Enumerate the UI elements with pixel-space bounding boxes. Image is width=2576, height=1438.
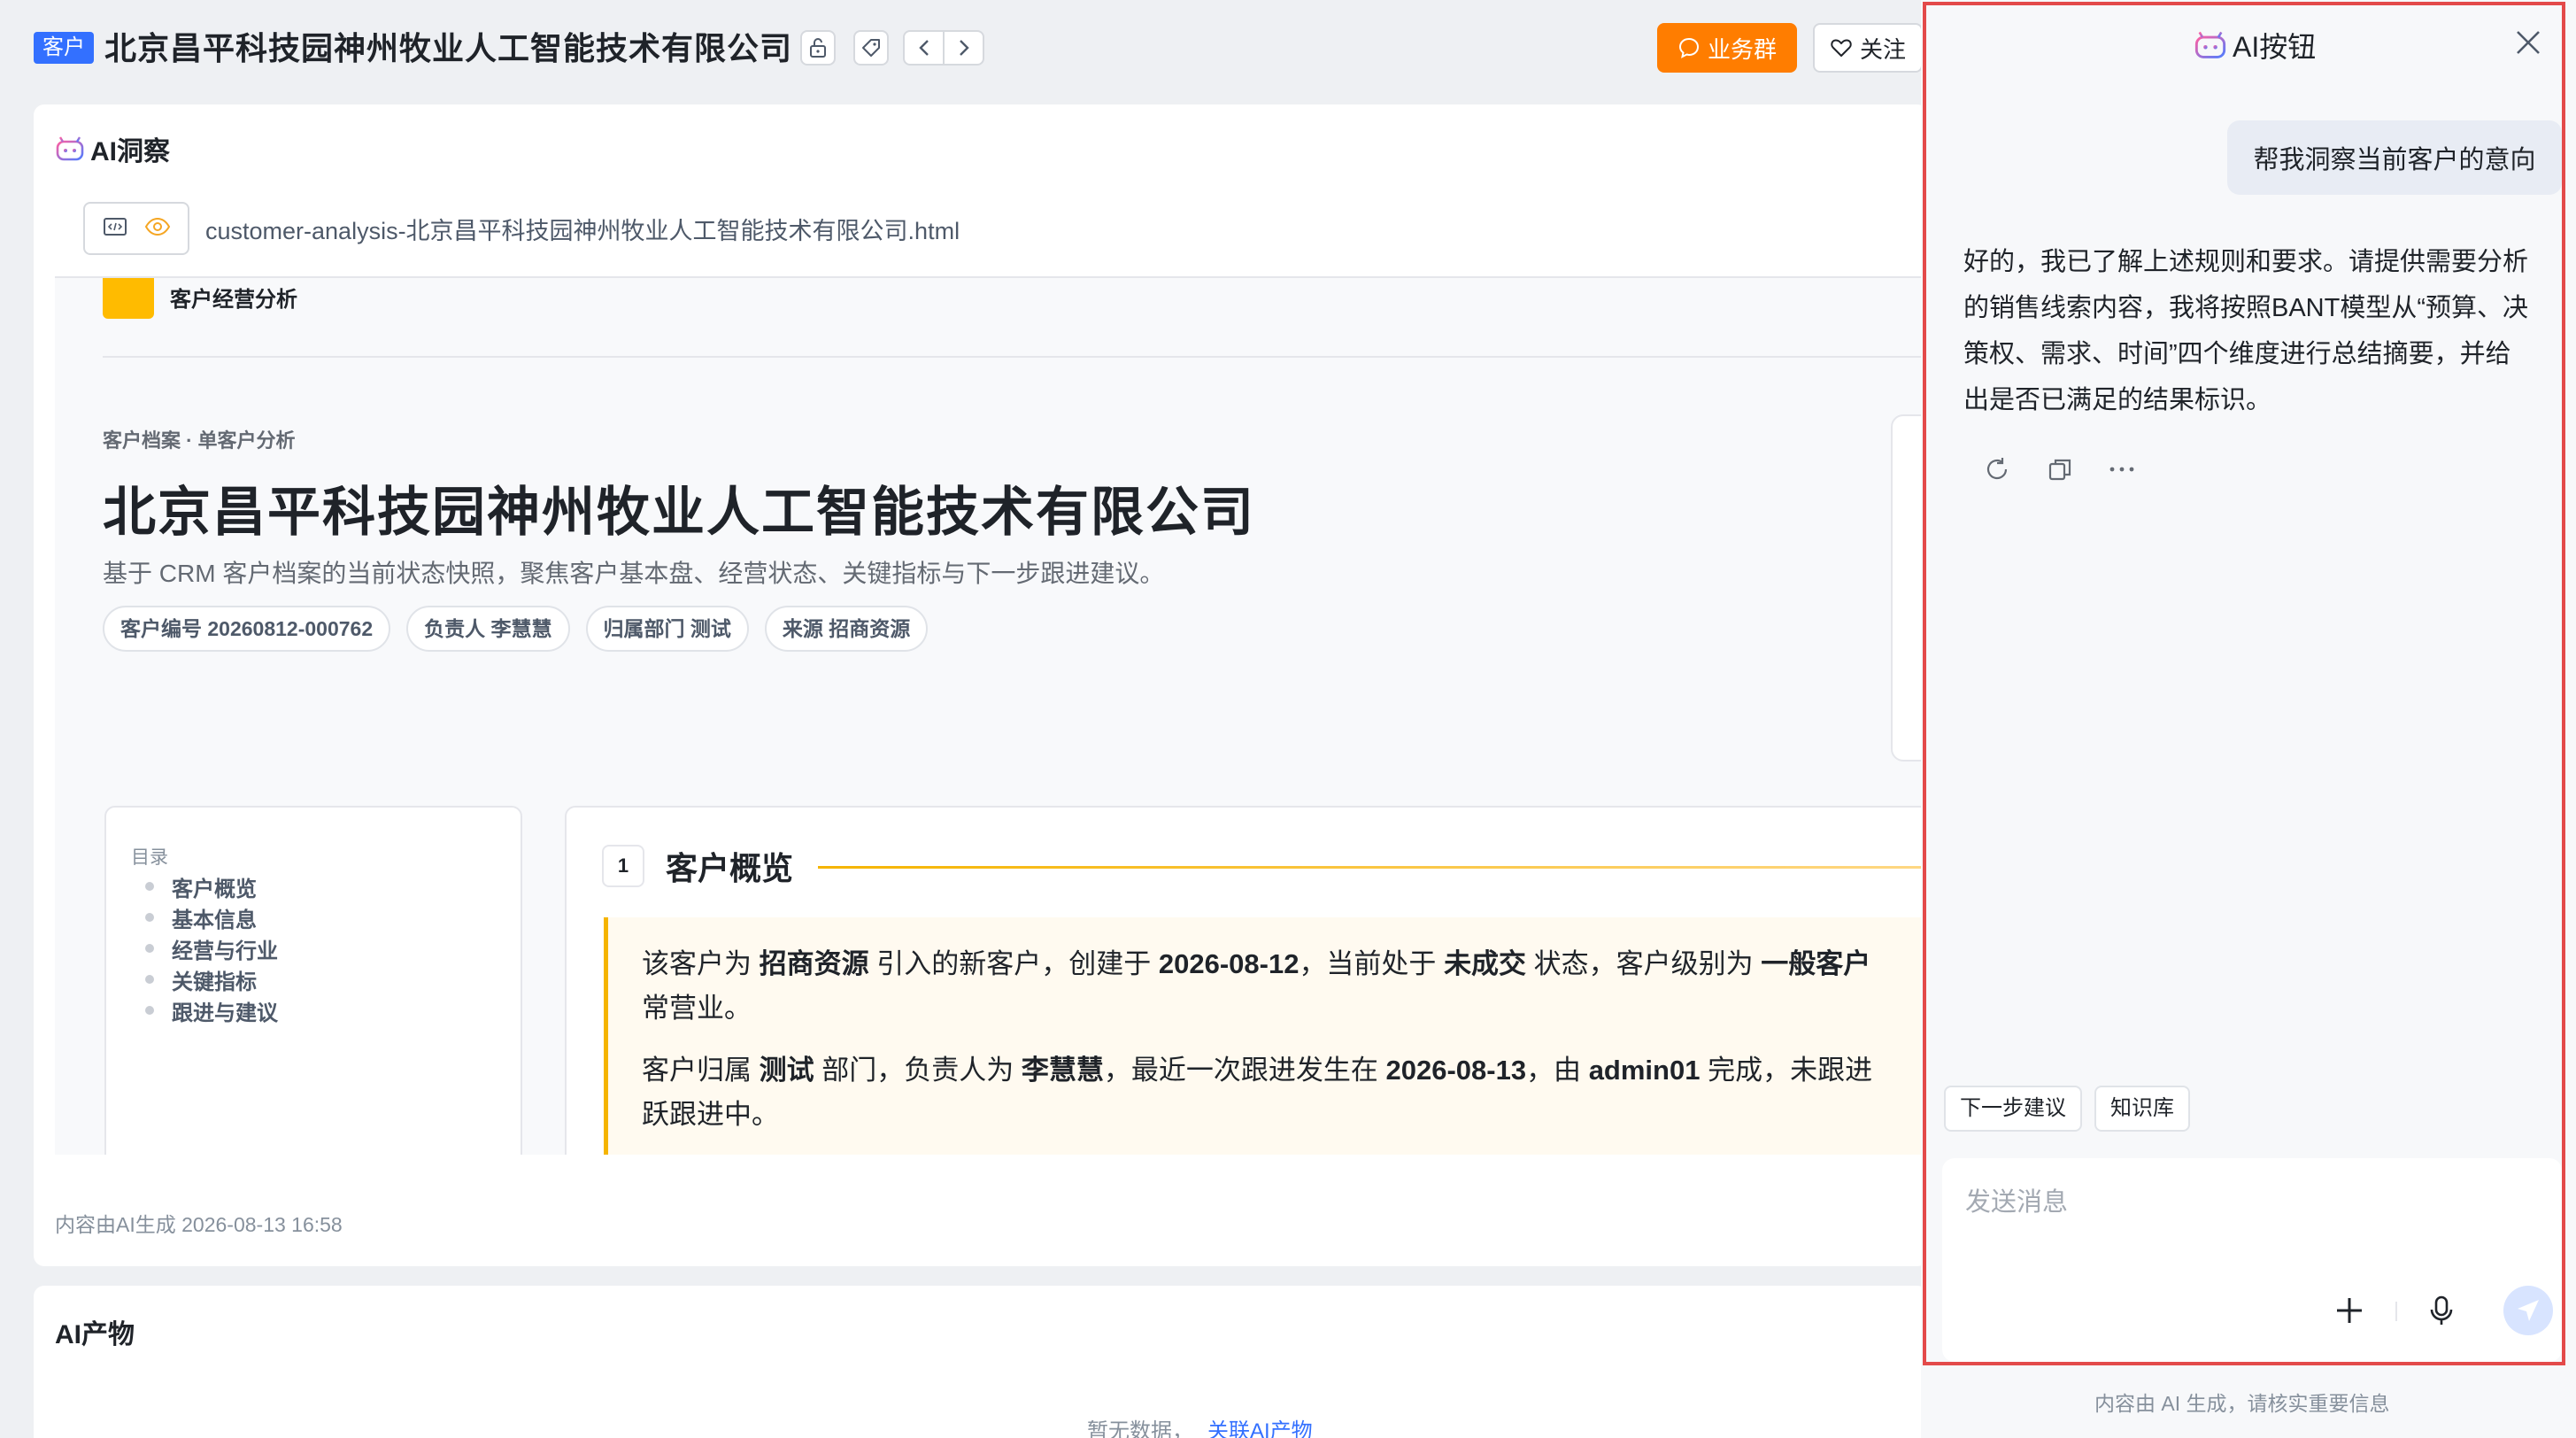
entity-type-badge: 客户 bbox=[34, 32, 94, 64]
assistant-message: 好的，我已了解上述规则和要求。请提供需要分析的销售线索内容，我将按照BANT模型… bbox=[1963, 248, 2529, 414]
link-ai-output-link[interactable]: 关联AI产物 bbox=[1207, 1413, 1313, 1438]
chip-owner: 负责人 李慧慧 bbox=[406, 606, 570, 652]
overview-paragraph-2: 客户归属 测试 部门，负责人为 李慧慧，最近一次跟进发生在 2026-08-13… bbox=[642, 1055, 1873, 1130]
ai-insight-heading: AI洞察 bbox=[55, 129, 170, 168]
follow-button[interactable]: 关注 bbox=[1813, 23, 1923, 73]
page-title: 北京昌平科技园神州牧业人工智能技术有限公司 bbox=[104, 30, 793, 66]
preview-kicker: 客户档案 · 单客户分析 bbox=[103, 429, 296, 452]
business-group-label: 业务群 bbox=[1707, 35, 1777, 63]
table-of-contents: 目录 客户概览 基本信息 经营与行业 关键指标 跟进与建议 bbox=[104, 806, 522, 1155]
chevron-right-icon[interactable] bbox=[945, 32, 983, 64]
overview-paragraph-1: 该客户为 招商资源 引入的新客户，创建于 2026-08-12，当前处于 未成交… bbox=[642, 948, 1871, 1024]
html-preview[interactable]: 客户经营分析 客户档案 · 单客户分析 北京昌平科技园神州牧业人工智能技术有限公… bbox=[55, 278, 1928, 1155]
bullet bbox=[145, 1006, 154, 1015]
close-icon[interactable] bbox=[2512, 27, 2544, 58]
preview-heading: 北京昌平科技园神州牧业人工智能技术有限公司 bbox=[103, 483, 1255, 542]
plus-icon[interactable] bbox=[2332, 1293, 2367, 1328]
record-navigation bbox=[903, 30, 984, 66]
code-icon[interactable] bbox=[103, 216, 127, 242]
section-rule bbox=[818, 866, 1928, 869]
toc-item[interactable]: 客户概览 bbox=[172, 871, 257, 902]
chat-input-box bbox=[1942, 1158, 2562, 1362]
chip-source: 来源 招商资源 bbox=[764, 606, 929, 652]
chat-bubble-icon bbox=[1678, 37, 1699, 58]
follow-label: 关注 bbox=[1859, 35, 1906, 63]
lock-icon[interactable] bbox=[800, 30, 836, 66]
send-button[interactable] bbox=[2503, 1286, 2553, 1335]
chip-customer-id: 客户编号 20260812-000762 bbox=[103, 606, 391, 652]
chip-department: 归属部门 测试 bbox=[585, 606, 749, 652]
toc-title: 目录 bbox=[131, 847, 168, 868]
mic-icon[interactable] bbox=[2424, 1293, 2459, 1328]
ai-panel-title: AI按钮 bbox=[2233, 31, 2317, 63]
empty-state: 暂无数据， 关联AI产物 bbox=[1087, 1413, 1313, 1438]
eye-icon[interactable] bbox=[144, 217, 171, 241]
chip-row: 客户编号 20260812-000762 负责人 李慧慧 归属部门 测试 来源 … bbox=[103, 606, 929, 652]
file-name: customer-analysis-北京昌平科技园神州牧业人工智能技术有限公司.… bbox=[205, 217, 960, 244]
user-message: 帮我洞察当前客户的意向 bbox=[2227, 120, 2562, 195]
ai-insight-title: AI洞察 bbox=[90, 137, 170, 166]
divider bbox=[103, 356, 1928, 358]
divider bbox=[2395, 1302, 2397, 1321]
quick-action-knowledge-base[interactable]: 知识库 bbox=[2094, 1086, 2190, 1132]
more-icon[interactable] bbox=[2109, 465, 2135, 474]
bullet bbox=[145, 944, 154, 953]
file-toolbar: customer-analysis-北京昌平科技园神州牧业人工智能技术有限公司.… bbox=[83, 202, 960, 255]
ai-panel-header: AI按钮 bbox=[2194, 25, 2316, 66]
ai-disclaimer: 内容由 AI 生成，请核实重要信息 bbox=[2094, 1392, 2390, 1415]
tag-icon[interactable] bbox=[853, 30, 889, 66]
message-input[interactable] bbox=[1965, 1181, 2532, 1279]
bullet bbox=[145, 975, 154, 984]
toc-item[interactable]: 基本信息 bbox=[172, 902, 257, 933]
preview-description: 基于 CRM 客户档案的当前状态快照，聚焦客户基本盘、经营状态、关键指标与下一步… bbox=[103, 560, 1165, 587]
section-customer-overview: 1 客户概览 该客户为 招商资源 引入的新客户，创建于 2026-08-12，当… bbox=[565, 806, 1928, 1155]
bullet bbox=[145, 882, 154, 891]
generated-timestamp: 内容由AI生成 2026-08-13 16:58 bbox=[55, 1213, 343, 1236]
ai-robot-icon bbox=[2194, 31, 2226, 58]
ai-insight-card: AI洞察 customer-analysis-北京昌平科技园神州牧业人工智能技术… bbox=[34, 104, 1928, 1266]
send-icon bbox=[2518, 1300, 2539, 1321]
heart-icon bbox=[1831, 39, 1852, 57]
toc-item[interactable]: 关键指标 bbox=[172, 964, 257, 995]
section-number: 1 bbox=[602, 845, 644, 887]
preview-brand: 客户经营分析 bbox=[170, 288, 297, 312]
view-toggle bbox=[83, 202, 189, 255]
empty-text: 暂无数据， bbox=[1087, 1419, 1193, 1438]
quick-action-next-step[interactable]: 下一步建议 bbox=[1944, 1086, 2082, 1132]
message-actions bbox=[1983, 455, 2135, 483]
brand-logo bbox=[103, 278, 154, 319]
copy-icon[interactable] bbox=[2047, 456, 2073, 483]
chevron-left-icon[interactable] bbox=[905, 32, 945, 64]
ai-output-card: AI产物 bbox=[34, 1286, 1928, 1438]
toc-item[interactable]: 跟进与建议 bbox=[172, 995, 278, 1026]
bullet bbox=[145, 913, 154, 922]
ai-output-title: AI产物 bbox=[55, 1320, 135, 1349]
refresh-icon[interactable] bbox=[1983, 455, 2011, 483]
ai-robot-icon bbox=[56, 136, 84, 161]
toc-item[interactable]: 经营与行业 bbox=[172, 933, 278, 964]
section-title: 客户概览 bbox=[666, 850, 794, 886]
business-group-button[interactable]: 业务群 bbox=[1657, 23, 1797, 73]
overview-callout: 该客户为 招商资源 引入的新客户，创建于 2026-08-12，当前处于 未成交… bbox=[604, 917, 1928, 1155]
